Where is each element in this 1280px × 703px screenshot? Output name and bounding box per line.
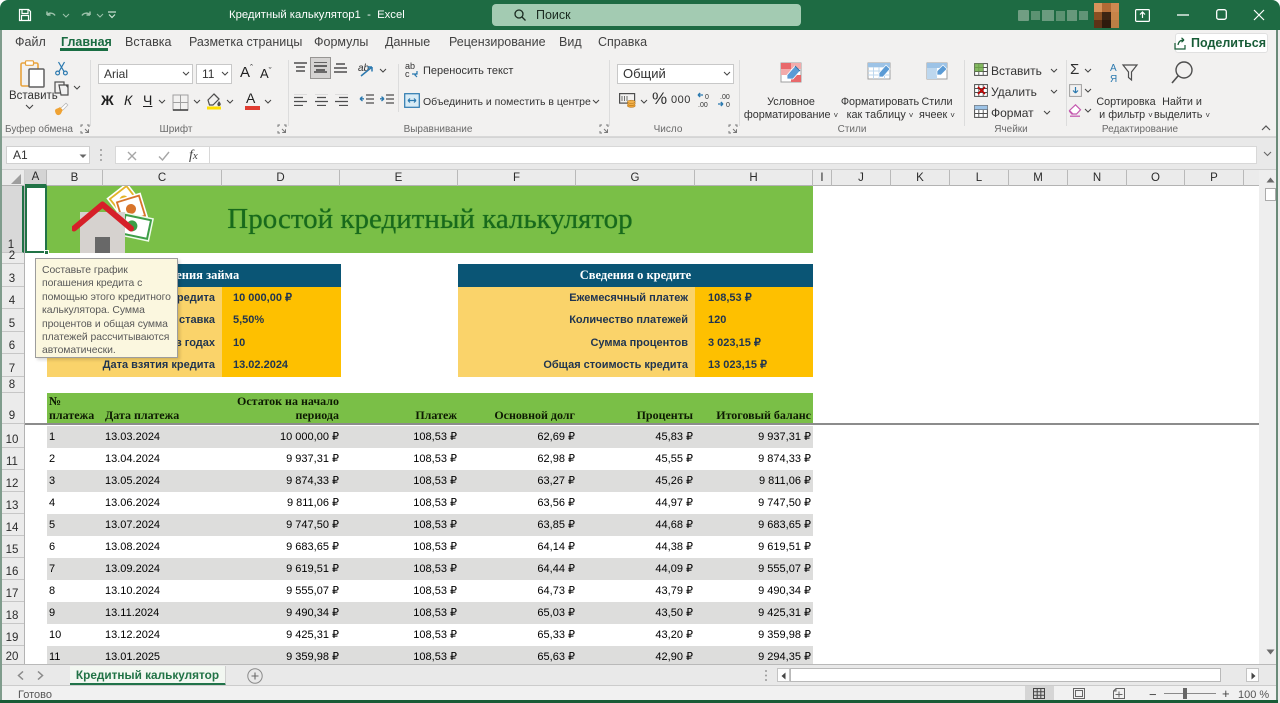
- svg-text:0: 0: [726, 102, 730, 108]
- svg-text:c: c: [405, 69, 410, 78]
- svg-text:ab: ab: [358, 63, 370, 74]
- svg-text:Я: Я: [1110, 74, 1117, 85]
- svg-text:.00: .00: [720, 94, 730, 101]
- svg-text:0: 0: [705, 94, 709, 101]
- svg-text:А: А: [1110, 63, 1117, 74]
- svg-text:.00: .00: [698, 102, 708, 108]
